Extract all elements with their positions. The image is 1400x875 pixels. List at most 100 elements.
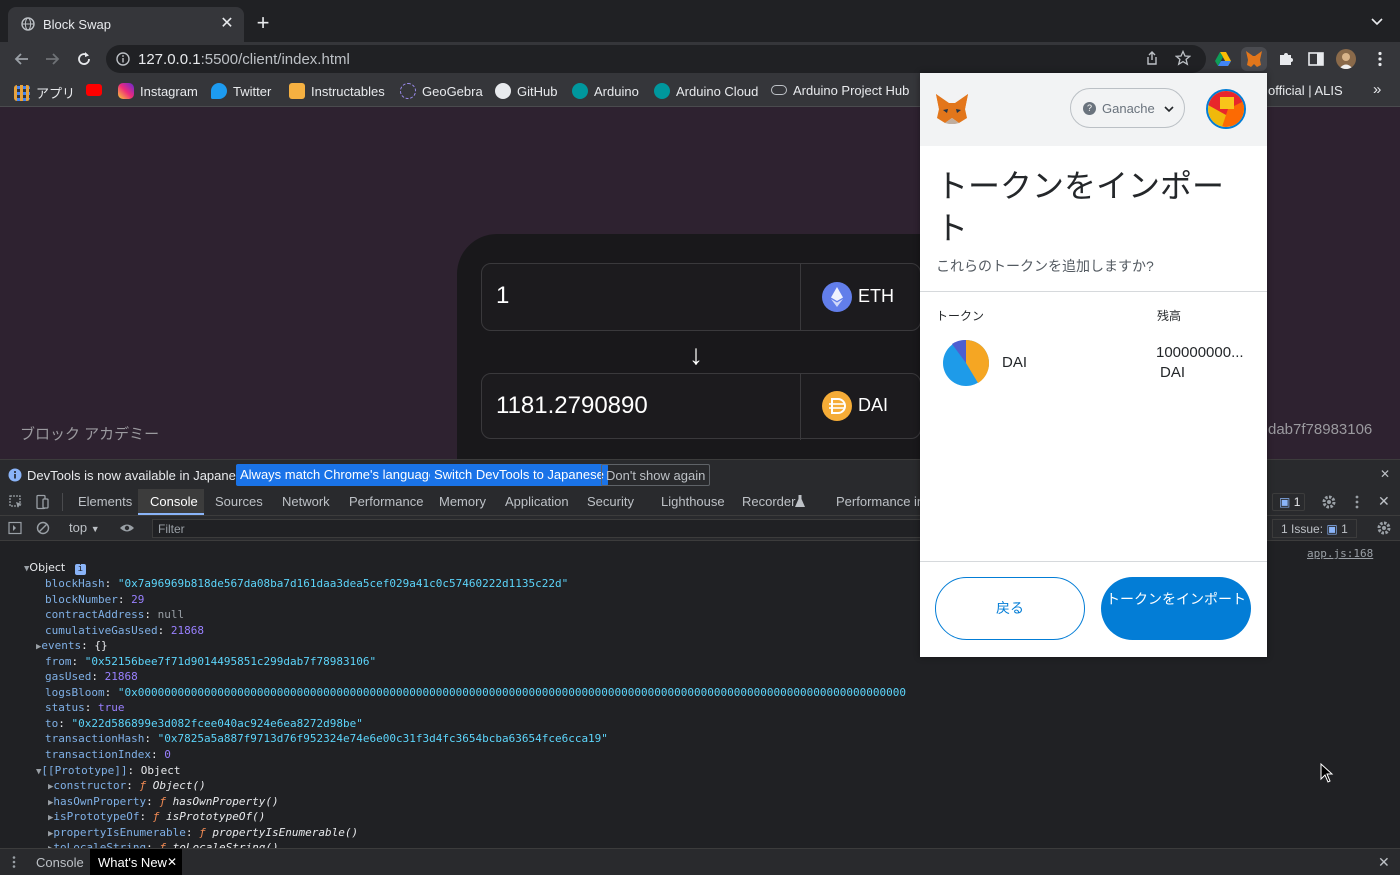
prototype-row[interactable]: ▼[[Prototype]]: Object — [36, 764, 181, 777]
bookmark-arduino[interactable]: Arduino — [572, 83, 639, 99]
prototype-entry-hasOwnProperty[interactable]: ▶hasOwnProperty: ƒ hasOwnProperty() — [48, 795, 279, 808]
flask-icon — [795, 495, 805, 507]
bookmark-twitter[interactable]: Twitter — [211, 83, 271, 99]
account-avatar[interactable] — [1206, 89, 1246, 129]
drawer-menu-icon[interactable] — [8, 855, 20, 869]
tab-search-icon[interactable] — [1370, 14, 1384, 28]
prototype-entry-constructor[interactable]: ▶constructor: ƒ Object() — [48, 779, 206, 792]
context-selector[interactable]: top ▼ — [69, 520, 100, 535]
tab-memory[interactable]: Memory — [439, 494, 486, 509]
inspect-element-icon[interactable] — [8, 494, 24, 510]
prototype-entry-toLocaleString[interactable]: ▶toLocaleString: ƒ toLocaleString() — [48, 841, 279, 848]
close-tab-icon[interactable]: ✕ — [218, 15, 236, 33]
metamask-header: ? Ganache — [920, 73, 1267, 146]
bookmark-github[interactable]: GitHub — [495, 83, 557, 99]
chevron-down-icon — [1163, 103, 1175, 115]
import-tokens-subtitle: これらのトークンを追加しますか? — [936, 258, 1154, 274]
device-toolbar-icon[interactable] — [34, 494, 50, 510]
close-infobar-icon[interactable]: ✕ — [1380, 467, 1390, 481]
close-drawer-icon[interactable]: ✕ — [1378, 854, 1390, 871]
tab-security[interactable]: Security — [587, 494, 634, 509]
switch-language-button[interactable]: Switch DevTools to Japanese — [430, 464, 608, 486]
apps-grid-icon — [14, 85, 30, 101]
prototype-entry-isPrototypeOf[interactable]: ▶isPrototypeOf: ƒ isPrototypeOf() — [48, 810, 265, 823]
close-devtools-icon[interactable]: ✕ — [1378, 493, 1390, 510]
tab-sources[interactable]: Sources — [215, 494, 263, 509]
dismiss-infobar-button[interactable]: Don't show again — [601, 464, 711, 486]
browser-toolbar: 127.0.0.1:5500/client/index.html — [0, 42, 1400, 76]
side-panel-icon[interactable] — [1306, 49, 1326, 69]
console-object-header[interactable]: ▼Object i — [24, 561, 86, 575]
swap-arrow-down-icon[interactable]: ↓ — [689, 339, 703, 371]
to-amount[interactable]: 1181.2790890 — [496, 392, 648, 420]
clear-console-icon[interactable] — [36, 521, 50, 535]
tab-application[interactable]: Application — [505, 494, 569, 509]
console-entry-to: to: "0x22d586899e3d082fcee040ac924e6ea82… — [45, 716, 363, 730]
new-tab-button[interactable]: + — [252, 12, 274, 34]
tab-elements[interactable]: Elements — [78, 494, 132, 509]
issues-link[interactable]: 1 Issue: ▣ 1 — [1272, 519, 1357, 538]
back-icon[interactable] — [12, 49, 32, 69]
share-icon[interactable] — [1144, 50, 1160, 66]
devtools-menu-icon[interactable] — [1349, 494, 1365, 510]
tab-console[interactable]: Console — [150, 494, 198, 509]
tab-network[interactable]: Network — [282, 494, 330, 509]
tab-lighthouse[interactable]: Lighthouse — [661, 494, 725, 509]
back-button[interactable]: 戻る — [935, 577, 1085, 640]
tab-performance[interactable]: Performance — [349, 494, 423, 509]
token-balance-unit: DAI — [1160, 364, 1186, 381]
youtube-icon[interactable] — [86, 83, 108, 98]
sidebar-toggle-icon[interactable] — [8, 521, 22, 535]
instructables-icon — [289, 83, 305, 99]
forward-icon[interactable] — [42, 49, 62, 69]
from-field[interactable]: 1 ETH — [481, 263, 921, 331]
token-symbol: DAI — [1002, 354, 1028, 371]
column-header-balance: 残高 — [1157, 309, 1182, 323]
console-entry-cumulativeGasUsed: cumulativeGasUsed: 21868 — [45, 623, 204, 637]
browser-tab[interactable]: Block Swap ✕ — [8, 7, 244, 42]
bookmark-apps[interactable]: アプリ — [14, 83, 75, 102]
live-expression-eye-icon[interactable] — [119, 521, 135, 535]
bookmark-alis[interactable]: official | ALIS — [1268, 83, 1343, 98]
drawer-tab-whats-new[interactable]: What's New — [98, 855, 167, 870]
import-tokens-title: トークンをインポート — [936, 168, 1225, 246]
chrome-menu-icon[interactable] — [1370, 49, 1390, 69]
bookmark-geogebra[interactable]: GeoGebra — [400, 83, 483, 99]
import-tokens-button[interactable]: トークンをインポート — [1101, 577, 1251, 640]
console-settings-gear-icon[interactable] — [1376, 520, 1392, 536]
bookmark-instagram[interactable]: Instagram — [118, 83, 198, 99]
match-language-button[interactable]: Always match Chrome's language — [236, 464, 441, 486]
tab-recorder[interactable]: Recorder — [742, 494, 795, 509]
close-drawer-tab-icon[interactable]: ✕ — [167, 855, 177, 869]
info-icon[interactable]: i — [74, 564, 86, 575]
metamask-extension-icon[interactable] — [1241, 47, 1267, 71]
to-token-symbol[interactable]: DAI — [858, 395, 888, 416]
address-bar[interactable]: 127.0.0.1:5500/client/index.html — [106, 45, 1206, 73]
network-selector[interactable]: ? Ganache — [1070, 88, 1185, 128]
issues-counter[interactable]: ▣ 1 — [1272, 493, 1305, 511]
google-drive-icon[interactable] — [1213, 49, 1233, 69]
bookmark-arduino-project-hub[interactable]: Arduino Project Hub — [771, 83, 909, 98]
source-link[interactable]: app.js:168 — [1307, 547, 1373, 560]
bookmark-instructables[interactable]: Instructables — [289, 83, 385, 99]
drawer-tab-console[interactable]: Console — [36, 855, 84, 870]
arduino-icon — [572, 83, 588, 99]
tab-performance-insights[interactable]: Performance ins — [836, 494, 931, 509]
to-field[interactable]: 1181.2790890 DAI — [481, 373, 921, 440]
bookmark-arduino-cloud[interactable]: Arduino Cloud — [654, 83, 758, 99]
prototype-entry-propertyIsEnumerable[interactable]: ▶propertyIsEnumerable: ƒ propertyIsEnume… — [48, 826, 358, 839]
console-filter-input[interactable]: Filter — [152, 519, 922, 538]
dropdown-arrow-icon: ▼ — [90, 524, 100, 534]
metamask-fox-logo — [934, 93, 970, 125]
bookmark-star-icon[interactable] — [1175, 50, 1191, 66]
console-entry-events[interactable]: ▶events: {} — [36, 639, 108, 652]
reload-icon[interactable] — [74, 49, 94, 69]
site-info-icon[interactable] — [116, 52, 130, 66]
profile-avatar[interactable] — [1336, 49, 1356, 69]
from-token-symbol[interactable]: ETH — [858, 286, 894, 307]
arduino-icon — [654, 83, 670, 99]
bookmarks-overflow-button[interactable]: » — [1373, 81, 1381, 98]
extensions-puzzle-icon[interactable] — [1276, 49, 1296, 69]
settings-gear-icon[interactable] — [1321, 494, 1337, 510]
from-amount[interactable]: 1 — [496, 282, 509, 310]
